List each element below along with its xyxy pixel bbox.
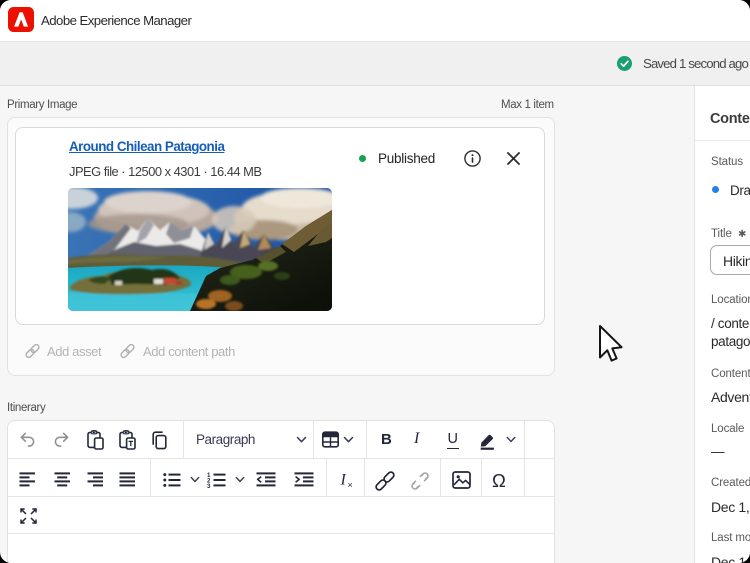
svg-text:I: I bbox=[340, 472, 347, 489]
svg-text:×: × bbox=[348, 480, 353, 490]
svg-text:3: 3 bbox=[207, 483, 211, 488]
